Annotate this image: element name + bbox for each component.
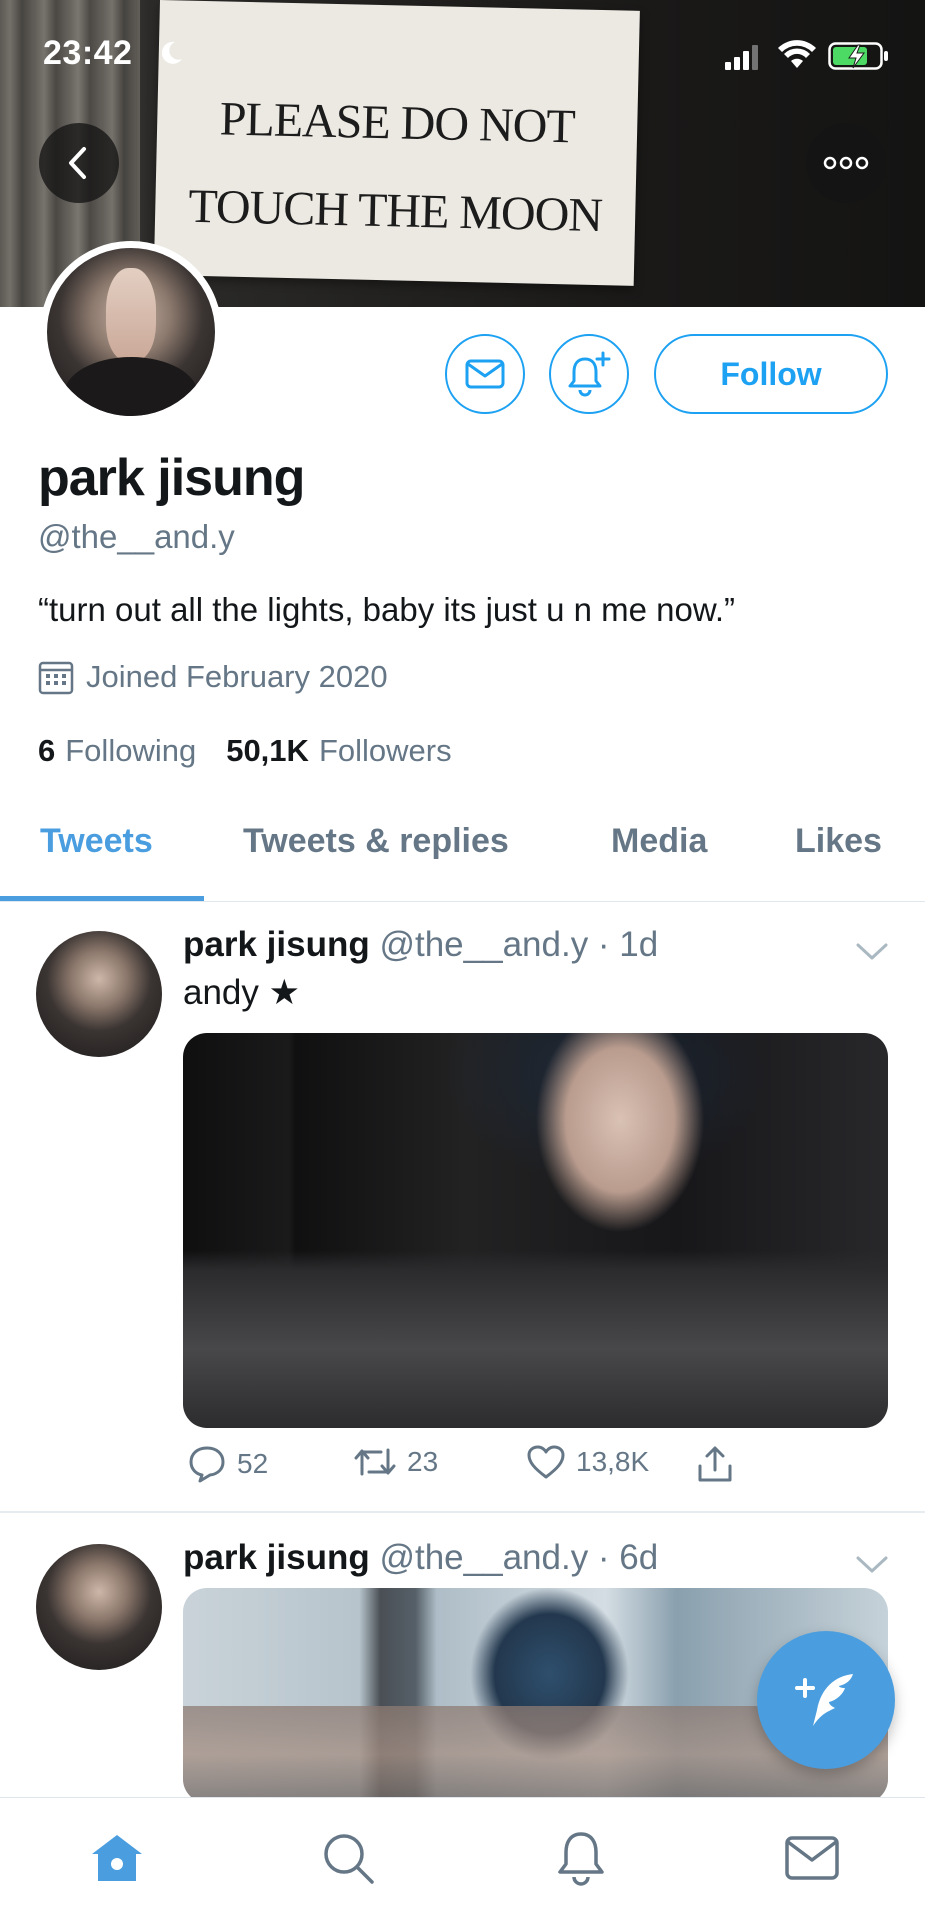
reply-icon (189, 1446, 225, 1483)
following-link[interactable]: 6 Following (38, 733, 196, 769)
tweet-text: andy ★ (183, 973, 300, 1012)
tweet-handle-time: @the__and.y · 6d (379, 1538, 659, 1577)
tweet-media-image[interactable] (183, 1033, 888, 1428)
tab-media[interactable]: Media (611, 822, 707, 861)
tweet-author-name[interactable]: park jisung (183, 925, 370, 964)
tweet-item[interactable]: park jisung @the__and.y · 1d andy ★ 52 2… (0, 903, 925, 1513)
nav-messages[interactable] (782, 1828, 842, 1888)
profile-handle: @the__and.y (38, 518, 235, 555)
cellular-signal-icon (725, 45, 758, 70)
bell-plus-icon (568, 351, 611, 397)
chevron-down-icon[interactable] (855, 941, 889, 963)
more-options-icon (823, 156, 869, 170)
banner-sign-line2: TOUCH THE MOON (187, 179, 603, 243)
chevron-down-icon[interactable] (855, 1554, 889, 1576)
tweet-avatar[interactable] (36, 1544, 162, 1670)
followers-label: Followers (318, 733, 452, 768)
profile-display-name: park jisung (38, 449, 305, 507)
tweet-author-name[interactable]: park jisung (183, 1538, 370, 1577)
following-label: Following (65, 733, 197, 768)
retweet-count: 23 (407, 1446, 439, 1477)
share-button[interactable] (695, 1444, 745, 1484)
tab-tweets[interactable]: Tweets (40, 822, 153, 861)
like-count: 13,8K (576, 1446, 650, 1477)
tweet-header: park jisung @the__and.y · 1d (183, 925, 658, 965)
retweet-button[interactable]: 23 (353, 1444, 438, 1480)
calendar-icon (38, 661, 74, 695)
profile-tabs: Tweets Tweets & replies Media Likes (0, 800, 925, 902)
more-options-button[interactable] (806, 123, 886, 203)
reply-button[interactable]: 52 (187, 1444, 268, 1484)
nav-home[interactable] (87, 1828, 147, 1888)
follow-stats: 6 Following 50,1K Followers (38, 733, 452, 769)
joined-date-row: Joined February 2020 (38, 659, 388, 695)
notifications-icon (558, 1832, 604, 1886)
like-button[interactable]: 13,8K (526, 1444, 649, 1480)
followers-count: 50,1K (226, 733, 309, 768)
avatar-body (63, 357, 199, 416)
battery-charging-icon (828, 42, 888, 70)
profile-bio: “turn out all the lights, baby its just … (38, 591, 736, 628)
compose-feather-icon (795, 1674, 853, 1726)
message-button[interactable] (445, 334, 525, 414)
status-time: 23:42 (43, 34, 133, 72)
envelope-icon (465, 359, 505, 389)
follow-button[interactable]: Follow (654, 334, 888, 414)
messages-icon (785, 1836, 839, 1880)
back-arrow-icon (69, 147, 86, 179)
followers-link[interactable]: 50,1K Followers (226, 733, 451, 769)
search-icon (324, 1834, 374, 1884)
wifi-icon (778, 40, 816, 68)
moon-icon (161, 41, 182, 64)
joined-date: Joined February 2020 (86, 659, 388, 694)
active-tab-indicator (0, 896, 204, 901)
back-button[interactable] (39, 123, 119, 203)
home-icon (92, 1835, 142, 1881)
tab-tweets-and-replies[interactable]: Tweets & replies (243, 822, 509, 861)
avatar-face (105, 268, 157, 361)
tab-likes[interactable]: Likes (795, 822, 882, 861)
heart-icon (527, 1445, 565, 1479)
notify-button[interactable] (549, 334, 629, 414)
following-count: 6 (38, 733, 56, 768)
profile-avatar[interactable] (40, 241, 222, 423)
nav-notifications[interactable] (551, 1828, 611, 1888)
banner-sign: PLEASE DO NOT TOUCH THE MOON (153, 0, 640, 286)
bottom-navigation (0, 1797, 925, 1920)
reply-count: 52 (237, 1448, 269, 1479)
retweet-icon (354, 1448, 396, 1476)
nav-search[interactable] (318, 1828, 378, 1888)
tweet-avatar[interactable] (36, 931, 162, 1057)
share-icon (698, 1446, 732, 1482)
tweet-actions: 52 23 13,8K (183, 1444, 888, 1494)
tweet-handle-time: @the__and.y · 1d (379, 925, 659, 964)
tweet-header: park jisung @the__and.y · 6d (183, 1538, 658, 1578)
banner-sign-line1: PLEASE DO NOT (219, 92, 576, 154)
compose-tweet-button[interactable] (757, 1631, 895, 1769)
